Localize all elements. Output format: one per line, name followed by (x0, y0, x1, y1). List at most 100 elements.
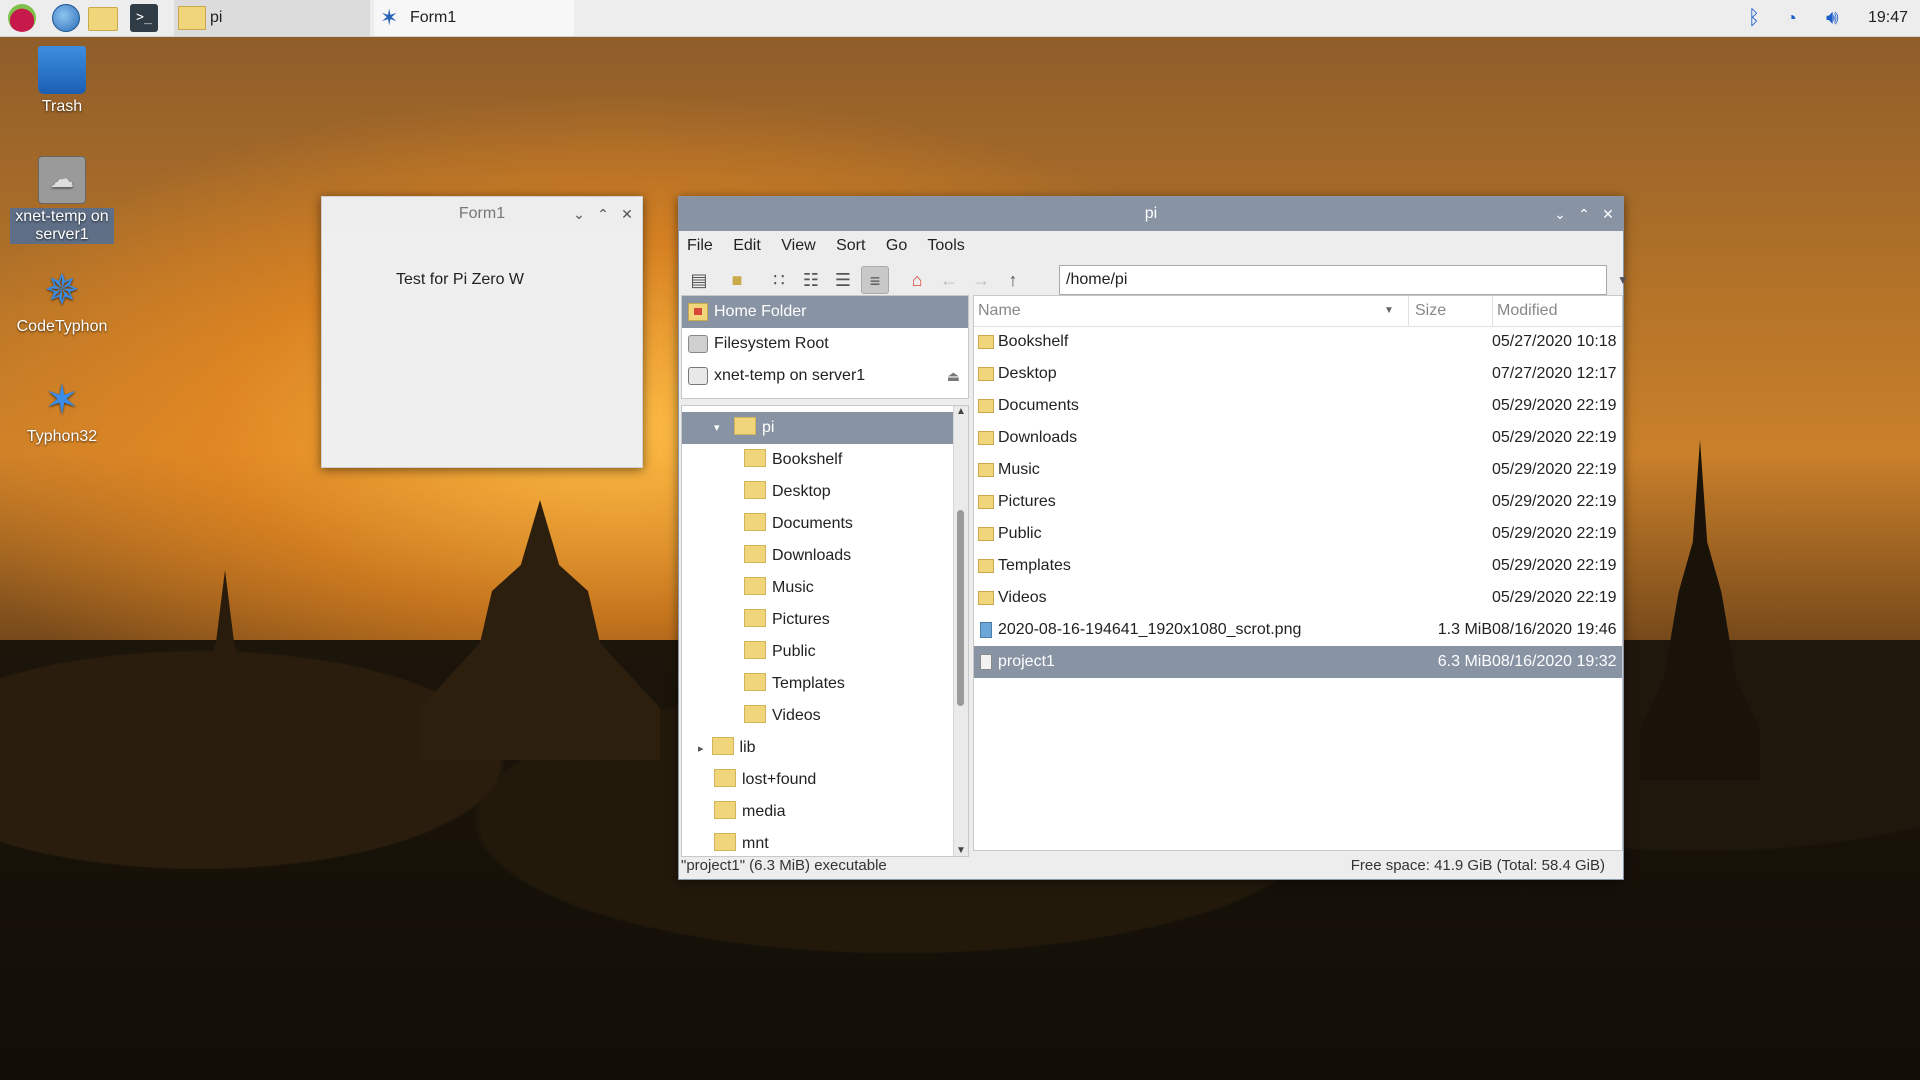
menu-go[interactable]: Go (886, 237, 907, 254)
compact-view-icon[interactable]: ☰ (829, 266, 857, 294)
new-window-icon[interactable]: ▤ (685, 266, 713, 294)
desktop-icon-codetyphon[interactable]: ✵ CodeTyphon (7, 266, 117, 336)
file-modified: 05/29/2020 22:19 (1492, 461, 1617, 478)
tree-item-music[interactable]: Music (744, 572, 814, 604)
file-name: Pictures (998, 493, 1056, 510)
taskbar-task-form1[interactable]: ✶ Form1 (374, 0, 574, 36)
scroll-up-arrow-icon[interactable]: ▲ (954, 406, 968, 417)
tree-label: Documents (772, 515, 853, 532)
network-drive-icon (688, 367, 708, 385)
new-tab-icon[interactable]: ■ (723, 266, 751, 294)
file-row[interactable]: Templates 05/29/2020 22:19 (974, 550, 1622, 582)
file-row[interactable]: Pictures 05/29/2020 22:19 (974, 486, 1622, 518)
tree-item-templates[interactable]: Templates (744, 668, 845, 700)
file-name: Templates (998, 557, 1071, 574)
file-row[interactable]: Documents 05/29/2020 22:19 (974, 390, 1622, 422)
up-arrow-icon[interactable]: ↑ (999, 266, 1027, 294)
tree-item-videos[interactable]: Videos (744, 700, 821, 732)
tree-item-documents[interactable]: Documents (744, 508, 853, 540)
column-header-name[interactable]: Name (978, 296, 1021, 326)
file-row[interactable]: Music 05/29/2020 22:19 (974, 454, 1622, 486)
file-row[interactable]: Desktop 07/27/2020 12:17 (974, 358, 1622, 390)
volume-icon[interactable]: 🔊︎ (1826, 0, 1839, 36)
desktop-icon-typhon32[interactable]: ✶ Typhon32 (7, 376, 117, 446)
menu-bar: File Edit View Sort Go Tools (679, 231, 1623, 261)
typhon-icon: ✶ (44, 376, 80, 423)
desktop-folder-icon (978, 367, 994, 381)
menu-sort[interactable]: Sort (836, 237, 865, 254)
tree-item-media[interactable]: media (714, 796, 786, 828)
tree-item-lost-found[interactable]: lost+found (714, 764, 816, 796)
pictures-folder-icon (744, 608, 766, 627)
forward-arrow-icon[interactable]: → (967, 266, 995, 294)
browser-icon[interactable] (52, 4, 80, 32)
tree-scrollbar[interactable]: ▲ ▼ (953, 406, 968, 856)
menu-tools[interactable]: Tools (927, 237, 964, 254)
tree-item-downloads[interactable]: Downloads (744, 540, 851, 572)
tree-item-desktop[interactable]: Desktop (744, 476, 831, 508)
path-history-dropdown-icon[interactable]: ▼ (1609, 266, 1637, 294)
place-home-folder[interactable]: Home Folder (682, 296, 968, 328)
place-label: xnet-temp on server1 (714, 367, 866, 384)
bluetooth-icon[interactable]: ᛒ (1748, 0, 1760, 36)
folder-icon (714, 800, 736, 819)
tree-item-lib[interactable]: ▸ lib (698, 732, 756, 764)
menu-view[interactable]: View (781, 237, 815, 254)
raspberry-menu-icon[interactable] (8, 4, 36, 32)
expand-arrow-icon[interactable]: ▸ (698, 743, 704, 755)
eject-icon[interactable]: ⏏ (947, 360, 960, 392)
desktop-icon-trash[interactable]: Trash (7, 46, 117, 116)
close-button[interactable]: ✕ (616, 197, 638, 231)
file-row[interactable]: Downloads 05/29/2020 22:19 (974, 422, 1622, 454)
close-button[interactable]: ✕ (1597, 197, 1619, 231)
menu-edit[interactable]: Edit (733, 237, 761, 254)
file-row[interactable]: Videos 05/29/2020 22:19 (974, 582, 1622, 614)
file-name: Videos (998, 589, 1047, 606)
scrollbar-thumb[interactable] (957, 510, 964, 706)
trash-icon (38, 46, 86, 94)
tree-item-bookshelf[interactable]: Bookshelf (744, 444, 842, 476)
maximize-button[interactable]: ⌃ (1573, 197, 1595, 231)
column-header-size[interactable]: Size (1408, 296, 1446, 326)
menu-file[interactable]: File (687, 237, 713, 254)
maximize-button[interactable]: ⌃ (592, 197, 614, 231)
tree-label: pi (762, 419, 775, 436)
documents-folder-icon (978, 399, 994, 413)
place-network-share[interactable]: xnet-temp on server1 ⏏ (682, 360, 968, 392)
desktop-icon-network-share[interactable]: ☁ xnet-temp on server1 (7, 156, 117, 244)
thumbnail-view-icon[interactable]: ☷ (797, 266, 825, 294)
minimize-button[interactable]: ⌄ (568, 197, 590, 231)
place-filesystem-root[interactable]: Filesystem Root (682, 328, 968, 360)
file-manager-launcher-icon[interactable] (88, 7, 118, 31)
file-name: 2020-08-16-194641_1920x1080_scrot.png (998, 621, 1302, 638)
file-row[interactable]: 2020-08-16-194641_1920x1080_scrot.png 1.3… (974, 614, 1622, 646)
back-arrow-icon[interactable]: ← (935, 266, 963, 294)
clock[interactable]: 19:47 (1868, 0, 1908, 36)
status-bar: "project1" (6.3 MiB) executable Free spa… (679, 853, 1623, 879)
icon-view-icon[interactable]: ∷ (765, 266, 793, 294)
file-name: Documents (998, 397, 1079, 414)
file-row[interactable]: Bookshelf 05/27/2020 10:18 (974, 326, 1622, 358)
tree-item-pictures[interactable]: Pictures (744, 604, 830, 636)
public-folder-icon (744, 640, 766, 659)
terminal-icon[interactable]: >_ (130, 4, 158, 32)
list-view-icon[interactable]: ≡ (861, 266, 889, 294)
tree-item-pi[interactable]: ▾ pi (682, 412, 954, 444)
wifi-icon[interactable]: ◔ (1786, 0, 1797, 36)
tree-label: Desktop (772, 483, 831, 500)
home-button-icon[interactable]: ⌂ (903, 266, 931, 294)
form1-titlebar[interactable]: Form1 ⌄ ⌃ ✕ (322, 197, 642, 231)
file-row-selected[interactable]: project1 6.3 MiB 08/16/2020 19:32 (974, 646, 1622, 678)
path-input[interactable]: /home/pi (1059, 265, 1607, 295)
column-header-modified[interactable]: Modified (1492, 296, 1557, 326)
taskbar-task-pi[interactable]: pi (174, 0, 370, 36)
folder-icon (711, 736, 734, 755)
file-manager-titlebar[interactable]: pi ⌄ ⌃ ✕ (679, 197, 1623, 231)
folder-icon (714, 832, 736, 851)
collapse-arrow-icon[interactable]: ▾ (714, 412, 720, 444)
file-name: Music (998, 461, 1040, 478)
tree-item-public[interactable]: Public (744, 636, 816, 668)
file-row[interactable]: Public 05/29/2020 22:19 (974, 518, 1622, 550)
minimize-button[interactable]: ⌄ (1549, 197, 1571, 231)
window-title: Form1 (458, 205, 506, 222)
